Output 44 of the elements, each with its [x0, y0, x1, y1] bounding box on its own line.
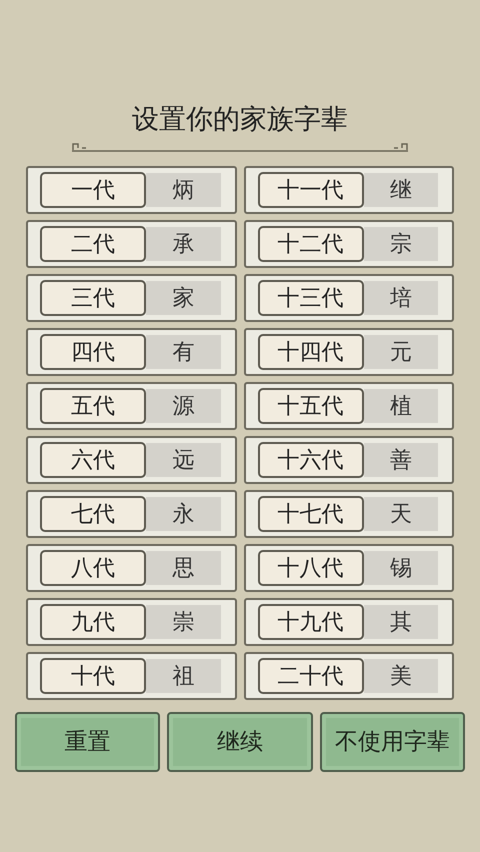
name-field[interactable]: 思: [146, 551, 220, 585]
generation-label: 十六代: [258, 442, 364, 478]
generation-label: 五代: [40, 388, 146, 424]
generation-label: 三代: [40, 280, 146, 316]
action-button[interactable]: 继续: [167, 712, 313, 772]
name-field[interactable]: 天: [364, 497, 438, 531]
generation-label: 十五代: [258, 388, 364, 424]
generation-label: 十三代: [258, 280, 364, 316]
name-field[interactable]: 继: [364, 173, 438, 207]
generation-label: 十二代: [258, 226, 364, 262]
generation-label: 十代: [40, 658, 146, 694]
generation-label: 八代: [40, 550, 146, 586]
name-field[interactable]: 善: [364, 443, 438, 477]
name-field[interactable]: 崇: [146, 605, 220, 639]
generation-label: 十九代: [258, 604, 364, 640]
name-field[interactable]: 远: [146, 443, 220, 477]
name-field[interactable]: 永: [146, 497, 220, 531]
name-field[interactable]: 有: [146, 335, 220, 369]
name-field[interactable]: 美: [364, 659, 438, 693]
generation-label: 十八代: [258, 550, 364, 586]
generation-label: 十七代: [258, 496, 364, 532]
generation-label: 六代: [40, 442, 146, 478]
generation-label: 二代: [40, 226, 146, 262]
name-field[interactable]: 锡: [364, 551, 438, 585]
generation-label: 四代: [40, 334, 146, 370]
action-button[interactable]: 不使用字辈: [320, 712, 465, 772]
name-field[interactable]: 其: [364, 605, 438, 639]
name-field[interactable]: 植: [364, 389, 438, 423]
action-button[interactable]: 重置: [15, 712, 160, 772]
generation-label: 七代: [40, 496, 146, 532]
name-field[interactable]: 祖: [146, 659, 220, 693]
generation-label: 一代: [40, 172, 146, 208]
name-field[interactable]: 培: [364, 281, 438, 315]
generation-label: 九代: [40, 604, 146, 640]
generation-label: 二十代: [258, 658, 364, 694]
name-field[interactable]: 源: [146, 389, 220, 423]
name-field[interactable]: 宗: [364, 227, 438, 261]
generation-label: 十一代: [258, 172, 364, 208]
name-field[interactable]: 炳: [146, 173, 220, 207]
page-title: 设置你的家族字辈: [132, 103, 348, 137]
name-field[interactable]: 承: [146, 227, 220, 261]
name-field[interactable]: 家: [146, 281, 220, 315]
generation-label: 十四代: [258, 334, 364, 370]
name-field[interactable]: 元: [364, 335, 438, 369]
